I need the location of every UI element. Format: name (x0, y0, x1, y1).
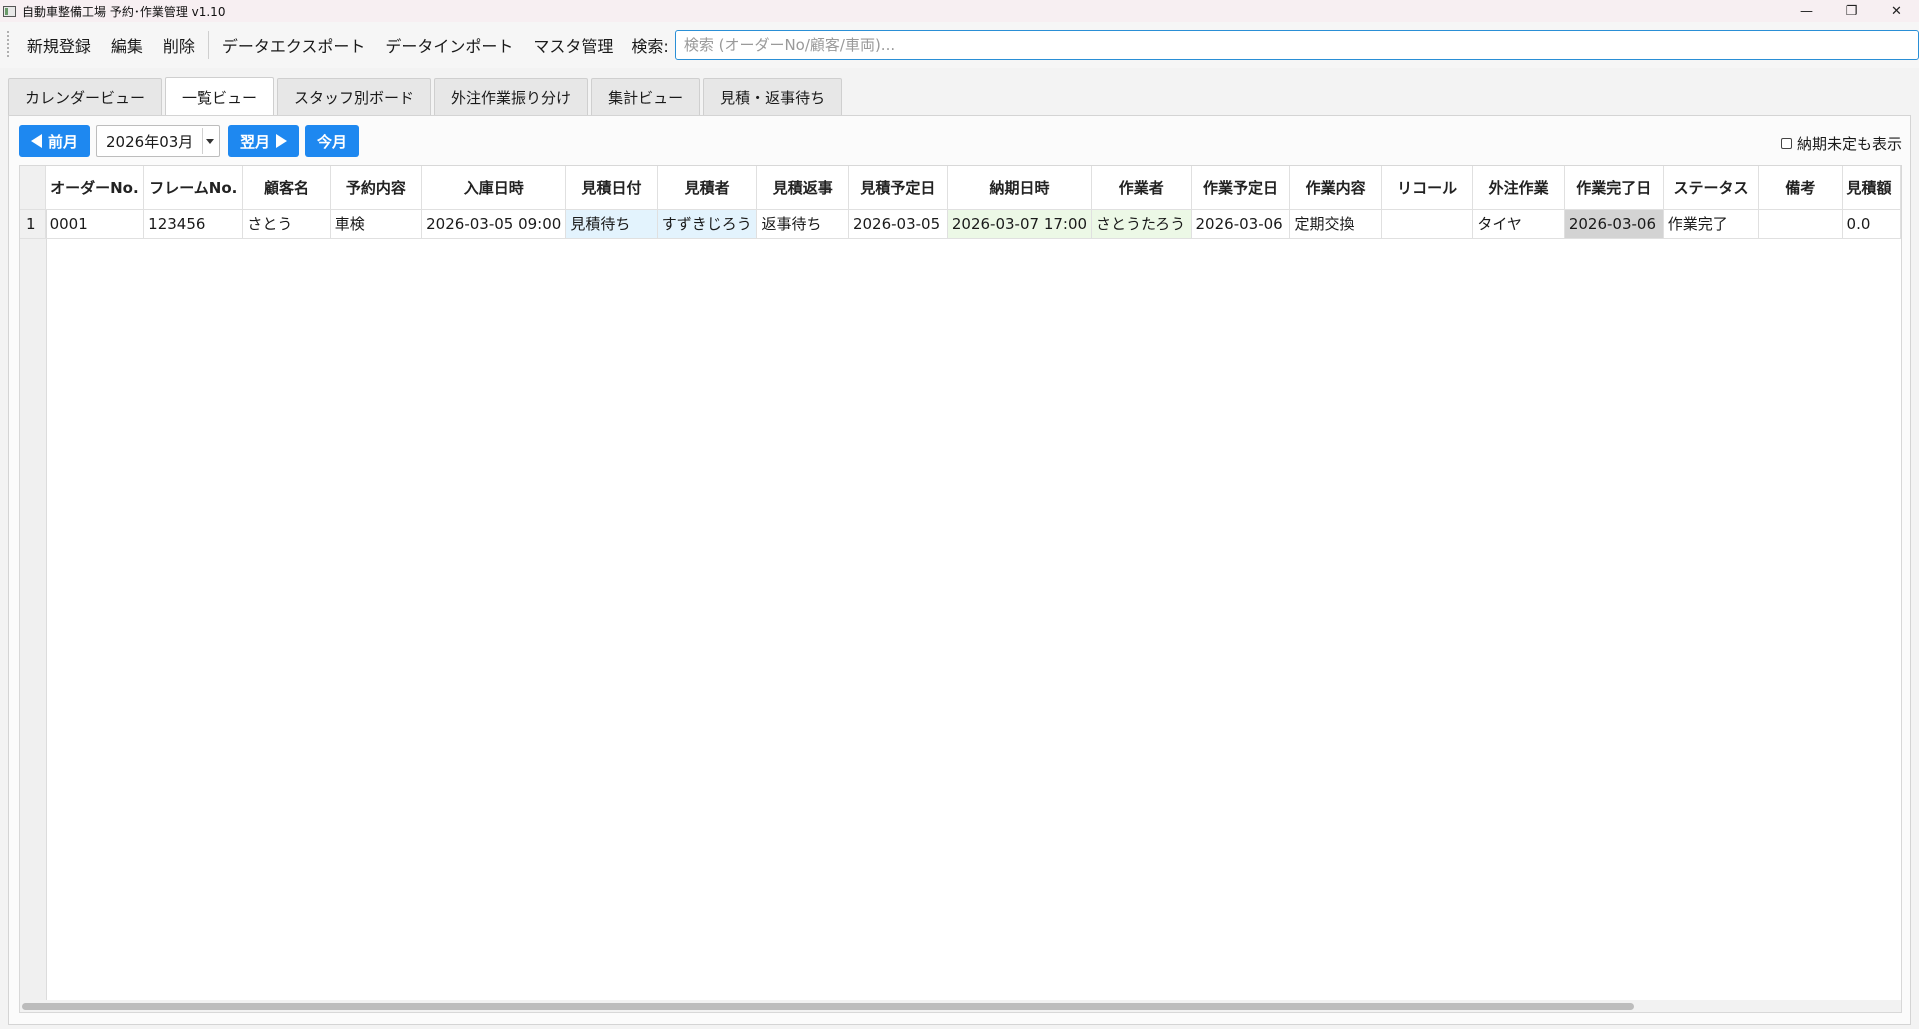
cell-frame-no[interactable]: 123456 (143, 209, 244, 239)
tab-bar: カレンダービュー 一覧ビュー スタッフ別ボード 外注作業振り分け 集計ビュー 見… (8, 77, 845, 116)
row-number[interactable]: 1 (20, 209, 46, 239)
col-header-order-no[interactable]: オーダーNo. (45, 166, 145, 210)
search-input[interactable] (674, 30, 1919, 60)
cell-quote-date[interactable]: 見積待ち (565, 209, 658, 239)
cell-quote-reply[interactable]: 返事待ち (756, 209, 849, 239)
tab-calendar-view[interactable]: カレンダービュー (8, 78, 163, 115)
show-undated-toggle[interactable]: 納期未定も表示 (1780, 133, 1902, 154)
title-bar: 自動車整備工場 予約･作業管理 v1.10 — ❐ ✕ (0, 0, 1919, 22)
close-button[interactable]: ✕ (1874, 0, 1919, 22)
cell-quote-amount[interactable]: 0.0 (1842, 209, 1901, 239)
col-header-estimator[interactable]: 見積者 (657, 166, 758, 210)
col-header-delivery[interactable]: 納期日時 (947, 166, 1093, 210)
tab-outsource-assign[interactable]: 外注作業振り分け (434, 78, 589, 115)
col-header-quote-plan[interactable]: 見積予定日 (848, 166, 948, 210)
cell-complete-date[interactable]: 2026-03-06 (1564, 209, 1664, 239)
col-header-checkin[interactable]: 入庫日時 (421, 166, 567, 210)
menu-new[interactable]: 新規登録 (17, 33, 101, 57)
menu-bar: 新規登録 編集 削除 データエクスポート データインポート マスタ管理 検索: (0, 22, 1919, 68)
col-header-recall[interactable]: リコール (1381, 166, 1474, 210)
maximize-button[interactable]: ❐ (1829, 0, 1874, 22)
orders-grid: オーダーNo. フレームNo. 顧客名 予約内容 入庫日時 見積日付 見積者 見… (20, 166, 1901, 239)
month-navigation: 前月 2026年03月 翌月 今月 (19, 125, 365, 157)
cell-delivery[interactable]: 2026-03-07 17:00 (947, 209, 1093, 239)
col-header-frame-no[interactable]: フレームNo. (143, 166, 244, 210)
col-header-complete-date[interactable]: 作業完了日 (1564, 166, 1664, 210)
search-label: 検索: (631, 37, 669, 56)
menu-separator (207, 31, 209, 59)
tab-quote-waiting[interactable]: 見積・返事待ち (703, 78, 843, 115)
col-header-outsource[interactable]: 外注作業 (1472, 166, 1565, 210)
tab-staff-board[interactable]: スタッフ別ボード (277, 78, 432, 115)
col-header-work-plan[interactable]: 作業予定日 (1191, 166, 1291, 210)
menu-edit[interactable]: 編集 (101, 33, 153, 57)
cell-quote-plan[interactable]: 2026-03-05 (848, 209, 948, 239)
col-header-status[interactable]: ステータス (1663, 166, 1760, 210)
horizontal-scrollbar[interactable] (20, 1000, 1901, 1012)
table-header-row: オーダーNo. フレームNo. 顧客名 予約内容 入庫日時 見積日付 見積者 見… (20, 166, 1901, 210)
cell-work-content[interactable]: 定期交換 (1289, 209, 1382, 239)
menu-master[interactable]: マスタ管理 (523, 33, 623, 57)
month-select[interactable]: 2026年03月 (96, 125, 221, 157)
toolbar-grip (7, 31, 9, 59)
tab-list-view[interactable]: 一覧ビュー (165, 77, 275, 116)
row-header-column (20, 166, 47, 1012)
show-undated-label: 納期未定も表示 (1796, 135, 1902, 153)
tab-summary-view[interactable]: 集計ビュー (591, 78, 701, 115)
col-header-notes[interactable]: 備考 (1758, 166, 1843, 210)
app-icon (3, 5, 16, 17)
col-header-quote-amount[interactable]: 見積額 (1842, 166, 1901, 210)
cell-order-no[interactable]: 0001 (45, 209, 145, 239)
window-title: 自動車整備工場 予約･作業管理 v1.10 (22, 4, 226, 19)
left-arrow-icon (31, 134, 42, 148)
cell-recall[interactable] (1381, 209, 1474, 239)
menu-export[interactable]: データエクスポート (212, 33, 376, 57)
col-header-worker[interactable]: 作業者 (1091, 166, 1192, 210)
col-header-quote-reply[interactable]: 見積返事 (756, 166, 849, 210)
cell-checkin[interactable]: 2026-03-05 09:00 (421, 209, 567, 239)
this-month-button[interactable]: 今月 (305, 125, 360, 157)
col-header-quote-date[interactable]: 見積日付 (565, 166, 658, 210)
col-header-reservation[interactable]: 予約内容 (330, 166, 423, 210)
col-header-work-content[interactable]: 作業内容 (1289, 166, 1382, 210)
this-month-label: 今月 (317, 132, 348, 151)
app-window: 自動車整備工場 予約･作業管理 v1.10 — ❐ ✕ 新規登録 編集 削除 デ… (0, 0, 1919, 1029)
menu-delete[interactable]: 削除 (153, 33, 205, 57)
next-month-label: 翌月 (240, 132, 271, 151)
list-view-panel: 前月 2026年03月 翌月 今月 納期未定も表示 オーダーNo. フレームNo… (8, 115, 1911, 1025)
dropdown-arrow[interactable] (202, 128, 215, 154)
cell-reservation[interactable]: 車検 (330, 209, 423, 239)
cell-outsource[interactable]: タイヤ (1472, 209, 1565, 239)
table-row[interactable]: 1 0001 123456 さとう 車検 2026-03-05 09:00 見積… (20, 209, 1901, 239)
chevron-down-icon (206, 138, 215, 144)
cell-worker[interactable]: さとうたろう (1091, 209, 1192, 239)
corner-cell[interactable] (20, 166, 46, 210)
window-controls: — ❐ ✕ (1784, 0, 1919, 22)
prev-month-button[interactable]: 前月 (19, 125, 91, 157)
orders-table: オーダーNo. フレームNo. 顧客名 予約内容 入庫日時 見積日付 見積者 見… (19, 165, 1902, 1013)
cell-work-plan[interactable]: 2026-03-06 (1191, 209, 1291, 239)
next-month-button[interactable]: 翌月 (228, 125, 300, 157)
col-header-customer[interactable]: 顧客名 (242, 166, 331, 210)
cell-status[interactable]: 作業完了 (1663, 209, 1760, 239)
cell-estimator[interactable]: すずきじろう (657, 209, 758, 239)
cell-notes[interactable] (1758, 209, 1843, 239)
right-arrow-icon (276, 134, 288, 148)
prev-month-label: 前月 (48, 132, 79, 151)
show-undated-checkbox[interactable] (1780, 138, 1792, 149)
menu-import[interactable]: データインポート (375, 33, 523, 57)
minimize-button[interactable]: — (1784, 0, 1829, 22)
month-value: 2026年03月 (106, 132, 194, 151)
cell-customer[interactable]: さとう (242, 209, 331, 239)
scrollbar-thumb[interactable] (22, 1003, 1634, 1010)
